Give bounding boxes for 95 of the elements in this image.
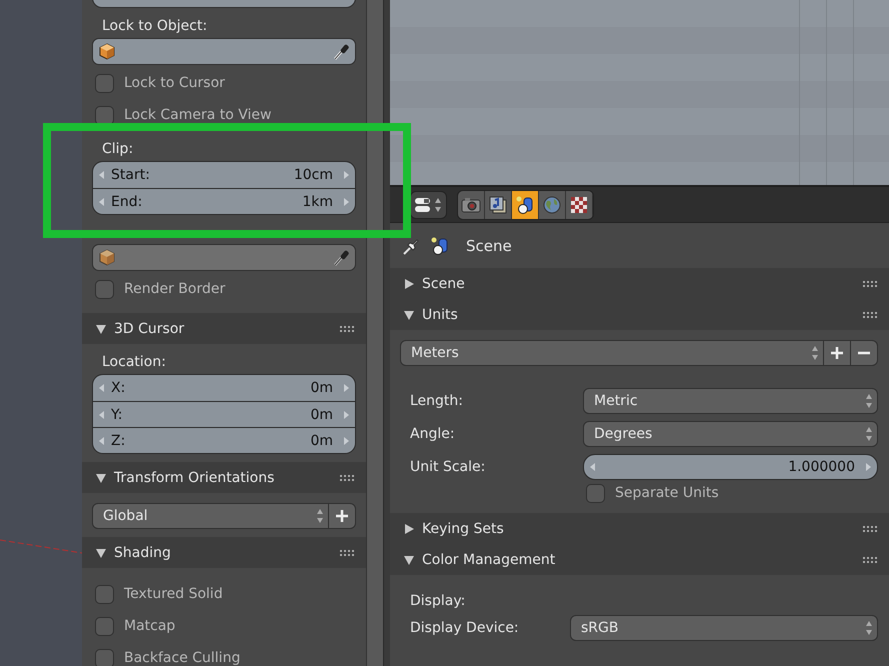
panel-title: Scene (422, 276, 466, 292)
panel-header[interactable]: Keying Sets (390, 513, 889, 544)
up-down-arrows-icon (434, 196, 442, 212)
section-label: Display: (409, 592, 466, 611)
checkbox-label: Render Border (124, 281, 226, 297)
drag-handle-icon[interactable] (863, 312, 877, 318)
disclosure-triangle-icon[interactable] (403, 308, 415, 320)
select-dropdown[interactable]: Degrees (583, 420, 878, 446)
checkbox[interactable] (95, 74, 114, 92)
up-down-arrows-icon (865, 426, 873, 442)
checkbox[interactable] (95, 280, 114, 298)
disclosure-triangle-icon[interactable] (95, 472, 107, 484)
disclosure-triangle-icon[interactable] (403, 522, 415, 534)
panel-title: Units (422, 306, 459, 322)
panel-title: Transform Orientations (114, 470, 276, 486)
checkbox[interactable] (95, 106, 114, 124)
camera-icon (461, 196, 481, 214)
select-dropdown[interactable]: sRGB (570, 615, 878, 641)
drag-handle-icon[interactable] (863, 526, 877, 532)
add-button[interactable] (329, 503, 356, 529)
orientation-dropdown[interactable]: Global (92, 503, 329, 529)
globe-icon (542, 194, 562, 214)
field-value: 1km (301, 194, 334, 210)
field-label: Location: (101, 353, 167, 372)
images-icon (488, 194, 508, 214)
disclosure-triangle-icon[interactable] (95, 322, 107, 334)
disclosure-triangle-icon[interactable] (403, 278, 415, 290)
remove-button[interactable] (851, 340, 878, 366)
context-label: Scene (466, 236, 512, 254)
3d-viewport[interactable] (0, 0, 82, 666)
preset-dropdown[interactable]: Meters (400, 340, 824, 366)
toggle-switch-icon (415, 198, 430, 212)
sphere-cylinder-icon (430, 236, 450, 256)
eyedropper-icon[interactable] (333, 42, 349, 60)
field-label: End: (111, 194, 142, 210)
panel-header[interactable]: 3D Cursor (82, 313, 366, 344)
drag-handle-icon[interactable] (340, 474, 354, 480)
properties-tab[interactable] (512, 190, 539, 218)
checkbox[interactable] (95, 616, 114, 636)
checkbox-label: Textured Solid (124, 586, 223, 602)
scrollbar[interactable] (383, 0, 390, 666)
property-label: Length: (410, 392, 464, 408)
plus-icon (335, 509, 349, 523)
field-value: 0m (309, 380, 334, 396)
cube-icon (99, 43, 115, 60)
checkerboard-icon (570, 196, 588, 214)
field-label: Start: (111, 167, 150, 183)
sphere-cylinder-icon (515, 194, 535, 214)
object-field[interactable] (92, 38, 356, 65)
field-label: Y: (111, 406, 122, 422)
properties-tab[interactable] (485, 190, 512, 218)
checkbox-label: Matcap (124, 618, 176, 634)
checkbox-label: Backface Culling (124, 650, 240, 666)
disclosure-triangle-icon[interactable] (403, 554, 415, 566)
field-value: 10cm (292, 167, 334, 183)
field-value: 0m (309, 406, 334, 422)
checkbox-label: Lock to Cursor (124, 75, 225, 91)
property-label: Angle: (410, 426, 456, 442)
panel-header[interactable]: Transform Orientations (82, 462, 366, 493)
panel-title: Keying Sets (422, 520, 505, 536)
field-value: 1.000000 (787, 458, 856, 474)
up-down-arrows-icon (865, 392, 873, 408)
field-value: 0m (309, 432, 334, 448)
panel-title: Color Management (422, 552, 556, 568)
properties-tab[interactable] (566, 190, 593, 218)
disclosure-triangle-icon[interactable] (95, 546, 107, 558)
panel-header[interactable]: Units (390, 299, 889, 330)
panel-title: 3D Cursor (114, 320, 186, 336)
drag-handle-icon[interactable] (340, 550, 354, 556)
add-button[interactable] (824, 340, 851, 366)
drag-handle-icon[interactable] (863, 280, 877, 286)
checkbox[interactable] (95, 648, 114, 666)
property-label: Display Device: (410, 620, 520, 636)
checkbox[interactable] (586, 484, 605, 502)
panel-header[interactable]: Scene (390, 268, 889, 299)
plus-icon (830, 346, 844, 360)
panel-header[interactable]: Color Management (390, 544, 889, 575)
panel-header[interactable]: Shading (82, 537, 366, 568)
checkbox-label: Lock Camera to View (124, 107, 272, 123)
field-label: Clip: (101, 140, 134, 159)
drag-handle-icon[interactable] (340, 326, 354, 332)
editor-type-button[interactable] (410, 190, 447, 218)
cube-icon (99, 249, 115, 266)
select-dropdown[interactable]: Metric (583, 388, 878, 414)
property-label: Unit Scale: (410, 458, 486, 474)
checkbox[interactable] (95, 584, 114, 604)
drag-handle-icon[interactable] (863, 556, 877, 562)
field-label: Lock to Object: (101, 17, 208, 36)
field-label: Z: (111, 432, 126, 448)
panel-title: Shading (114, 544, 172, 560)
up-down-arrows-icon (811, 345, 819, 361)
checkbox-label: Separate Units (615, 485, 719, 501)
up-down-arrows-icon (316, 508, 324, 524)
up-down-arrows-icon (865, 620, 873, 636)
field-label: X: (111, 380, 126, 396)
